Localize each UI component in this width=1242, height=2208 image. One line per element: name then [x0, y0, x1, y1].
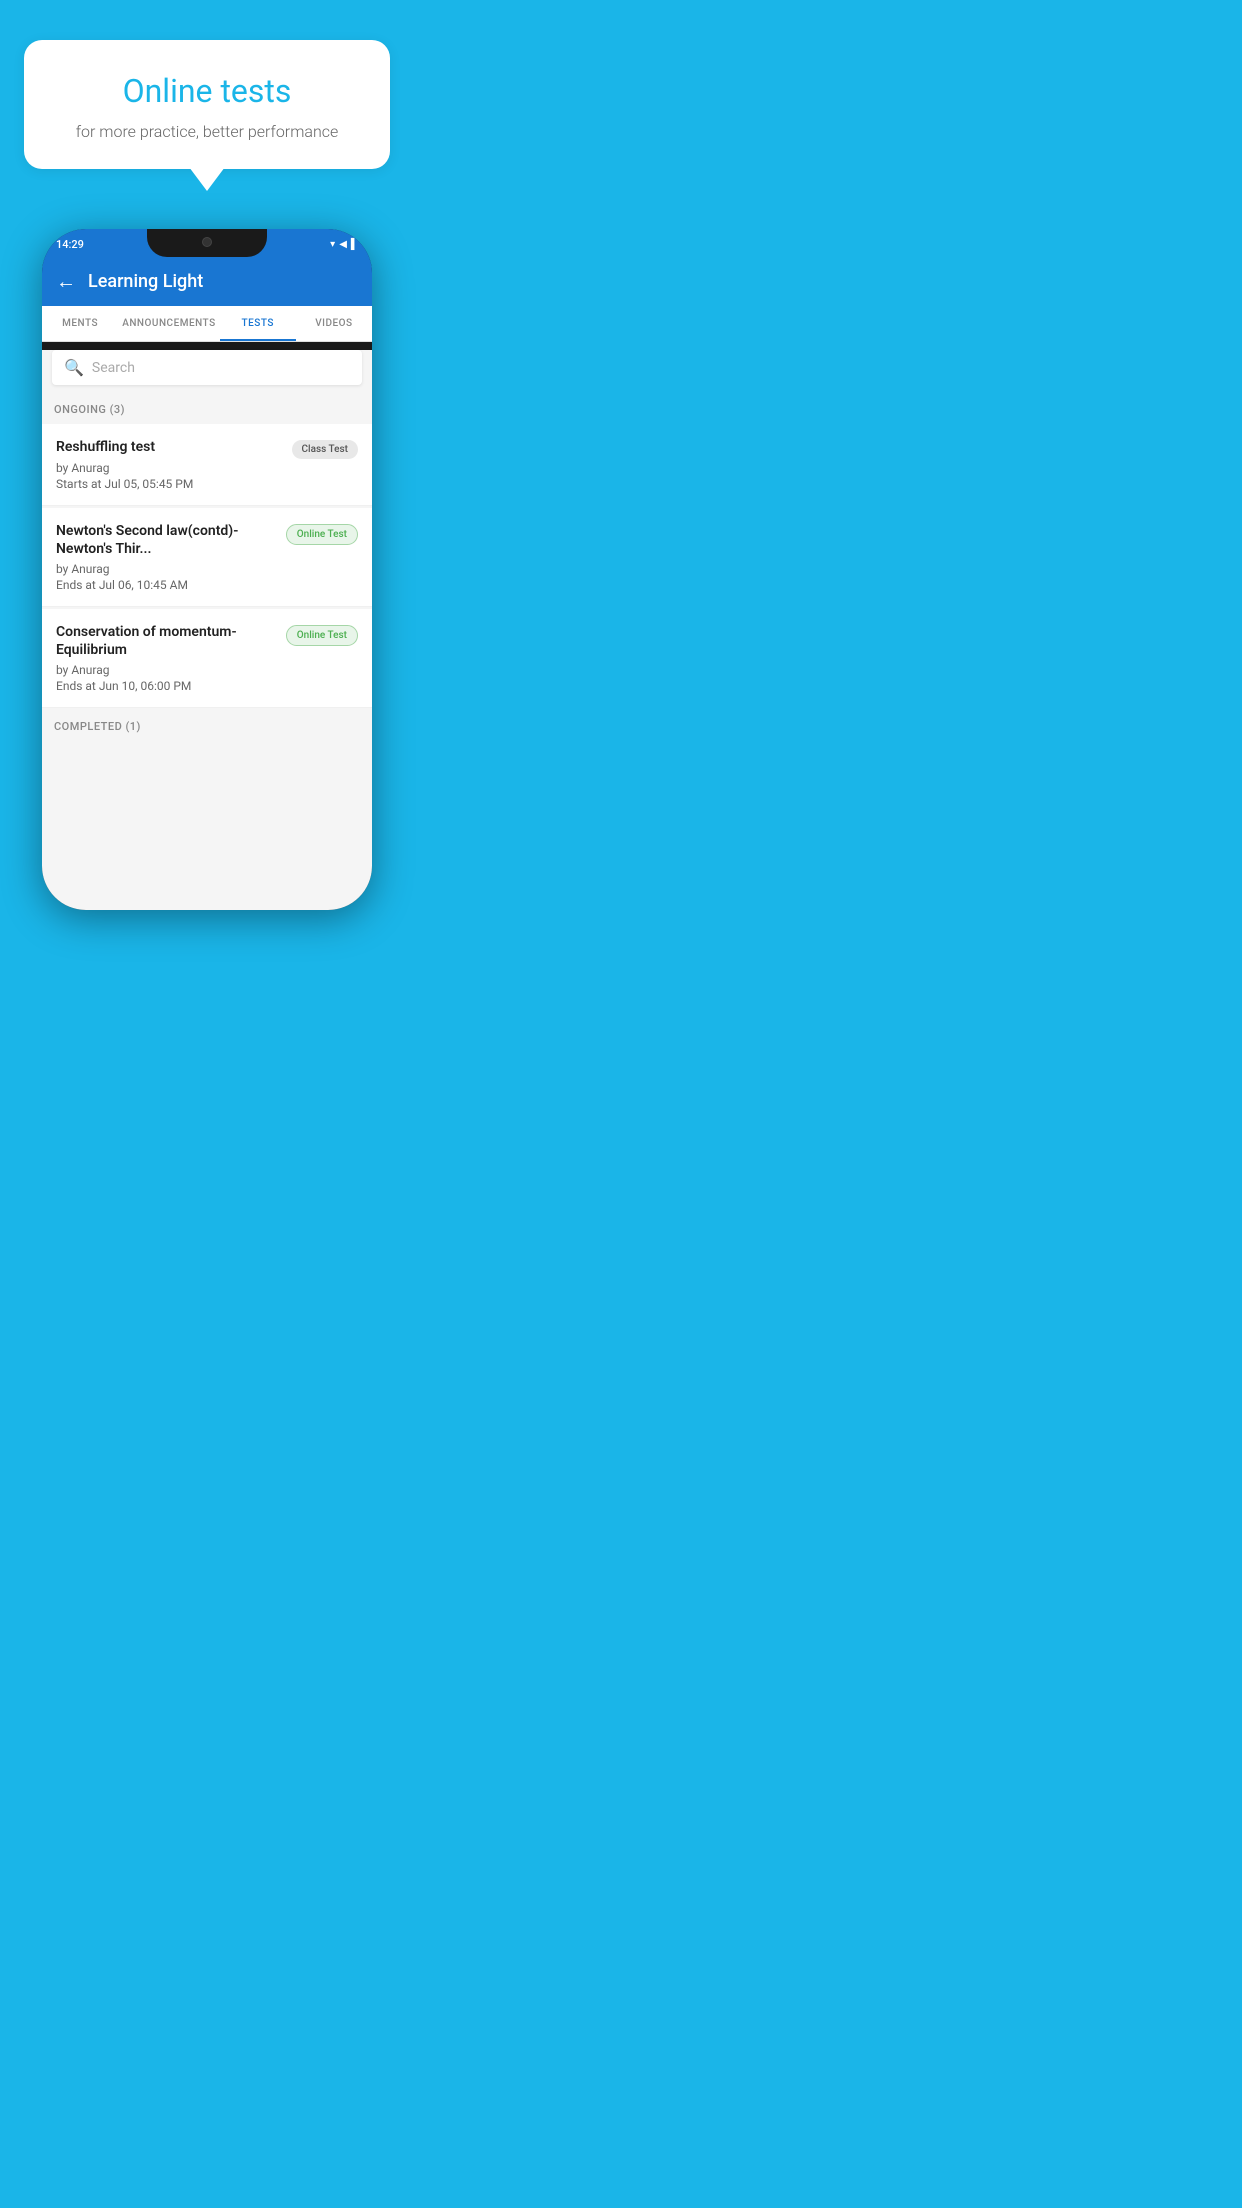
- test-title-2: Newton's Second law(contd)-Newton's Thir…: [56, 522, 276, 558]
- test-date-1: Starts at Jul 05, 05:45 PM: [56, 477, 282, 491]
- battery-icon: ▌: [351, 239, 358, 250]
- test-badge-2: Online Test: [286, 524, 358, 545]
- test-card-3[interactable]: Conservation of momentum-Equilibrium by …: [42, 609, 372, 708]
- test-date-2: Ends at Jul 06, 10:45 AM: [56, 578, 276, 592]
- test-info-1: Reshuffling test by Anurag Starts at Jul…: [56, 438, 282, 490]
- bubble-subtitle: for more practice, better performance: [52, 122, 362, 141]
- tab-tests[interactable]: TESTS: [220, 306, 296, 341]
- speech-bubble: Online tests for more practice, better p…: [24, 40, 390, 169]
- test-info-3: Conservation of momentum-Equilibrium by …: [56, 623, 276, 693]
- test-title-3: Conservation of momentum-Equilibrium: [56, 623, 276, 659]
- hero-section: Online tests for more practice, better p…: [0, 0, 414, 169]
- test-info-2: Newton's Second law(contd)-Newton's Thir…: [56, 522, 276, 592]
- test-badge-1: Class Test: [292, 440, 358, 459]
- test-date-3: Ends at Jun 10, 06:00 PM: [56, 679, 276, 693]
- app-bar: ← Learning Light: [42, 257, 372, 306]
- search-input[interactable]: Search: [92, 360, 135, 376]
- phone-content: 🔍 Search ONGOING (3) Reshuffling test by…: [42, 350, 372, 910]
- wifi-icon: ▾: [330, 239, 335, 250]
- test-card-1[interactable]: Reshuffling test by Anurag Starts at Jul…: [42, 424, 372, 505]
- tab-bar: MENTS ANNOUNCEMENTS TESTS VIDEOS: [42, 306, 372, 342]
- ongoing-section-header: ONGOING (3): [42, 393, 372, 422]
- status-icons: ▾ ◀ ▌: [330, 239, 358, 250]
- phone-frame: 14:29 ▾ ◀ ▌ ← Learning Light MENTS ANNOU…: [42, 229, 372, 910]
- phone-notch: [147, 229, 267, 257]
- back-button[interactable]: ←: [56, 269, 76, 294]
- test-title-1: Reshuffling test: [56, 438, 282, 456]
- test-author-2: by Anurag: [56, 562, 276, 576]
- status-time: 14:29: [56, 238, 84, 251]
- phone-mockup: 14:29 ▾ ◀ ▌ ← Learning Light MENTS ANNOU…: [42, 229, 372, 910]
- search-bar[interactable]: 🔍 Search: [52, 350, 362, 385]
- signal-icon: ◀: [339, 239, 347, 250]
- tab-ments[interactable]: MENTS: [42, 306, 118, 341]
- app-title: Learning Light: [88, 271, 203, 292]
- test-badge-3: Online Test: [286, 625, 358, 646]
- test-author-1: by Anurag: [56, 461, 282, 475]
- test-card-2[interactable]: Newton's Second law(contd)-Newton's Thir…: [42, 508, 372, 607]
- test-author-3: by Anurag: [56, 663, 276, 677]
- bubble-title: Online tests: [52, 72, 362, 110]
- tab-videos[interactable]: VIDEOS: [296, 306, 372, 341]
- search-icon: 🔍: [64, 358, 84, 377]
- front-camera: [202, 237, 212, 247]
- tab-announcements[interactable]: ANNOUNCEMENTS: [118, 306, 219, 341]
- completed-section-header: COMPLETED (1): [42, 710, 372, 739]
